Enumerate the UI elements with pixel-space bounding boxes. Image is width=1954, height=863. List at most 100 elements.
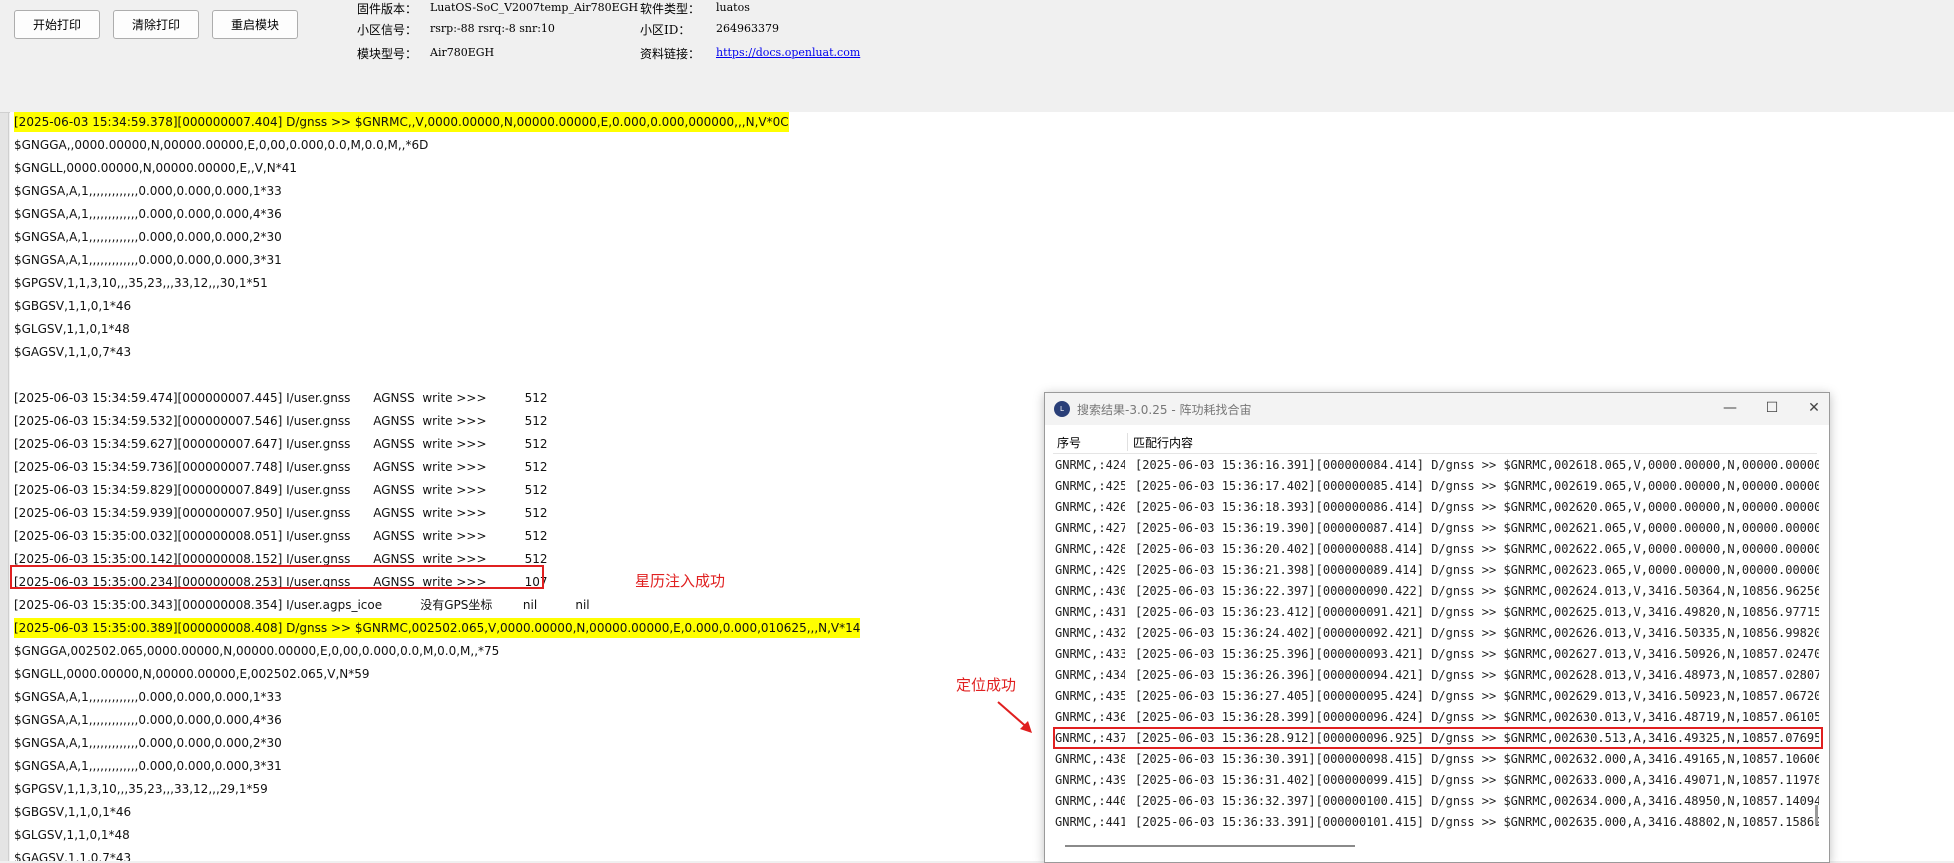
software-label: 软件类型： <box>640 2 701 16</box>
app-logo-icon: L <box>1054 401 1070 417</box>
col-content-header[interactable]: 匹配行内容 <box>1133 434 1193 451</box>
row-index: GNRMC,:429 <box>1055 563 1125 577</box>
log-line: $GNGGA,002502.065,0000.00000,N,00000.000… <box>14 644 500 658</box>
row-content: [2025-06-03 15:36:27.405][000000095.424]… <box>1135 689 1819 703</box>
results-header: 序号 匹配行内容 <box>1053 431 1817 454</box>
row-index: GNRMC,:441 <box>1055 815 1125 829</box>
row-content: [2025-06-03 15:36:31.402][000000099.415]… <box>1135 773 1819 787</box>
start-print-button[interactable]: 开始打印 <box>14 10 100 39</box>
firmware-label: 固件版本： <box>357 2 418 16</box>
log-line: [2025-06-03 15:34:59.939][000000007.950]… <box>14 506 548 520</box>
row-index: GNRMC,:440 <box>1055 794 1125 808</box>
log-line: $GBGSV,1,1,0,1*46 <box>14 299 132 313</box>
row-content: [2025-06-03 15:36:18.393][000000086.414]… <box>1135 500 1819 514</box>
fix-row-highlight-box <box>1053 727 1823 749</box>
popup-titlebar[interactable]: L 搜索结果-3.0.25 - 阵功耗找合宙 — ☐ ✕ <box>1045 393 1829 425</box>
log-line: [2025-06-03 15:34:59.736][000000007.748]… <box>14 460 548 474</box>
log-line: $GNGGA,,0000.00000,N,00000.00000,E,0,00,… <box>14 138 429 152</box>
log-line: $GPGSV,1,1,3,10,,,35,23,,,33,12,,,29,1*5… <box>14 782 268 796</box>
fix-success-annotation: 定位成功 <box>956 676 1017 694</box>
log-line: $GNGSA,A,1,,,,,,,,,,,,,0.000,0.000,0.000… <box>14 184 282 198</box>
restart-module-button[interactable]: 重启模块 <box>212 10 298 39</box>
log-line: $GNGSA,A,1,,,,,,,,,,,,,0.000,0.000,0.000… <box>14 207 282 221</box>
log-line: [2025-06-03 15:35:00.389][000000008.408]… <box>14 618 861 638</box>
log-line: [2025-06-03 15:34:59.532][000000007.546]… <box>14 414 548 428</box>
log-line: $GAGSV,1,1,0,7*43 <box>14 851 132 861</box>
row-index: GNRMC,:434 <box>1055 668 1125 682</box>
row-index: GNRMC,:427 <box>1055 521 1125 535</box>
row-index: GNRMC,:428 <box>1055 542 1125 556</box>
header-divider <box>1127 433 1128 451</box>
row-index: GNRMC,:435 <box>1055 689 1125 703</box>
row-content: [2025-06-03 15:36:22.397][000000090.422]… <box>1135 584 1819 598</box>
docs-link[interactable]: https://docs.openluat.com <box>716 46 860 59</box>
log-line: $GNGLL,0000.00000,N,00000.00000,E,,V,N*4… <box>14 161 297 175</box>
log-line: $GNGSA,A,1,,,,,,,,,,,,,0.000,0.000,0.000… <box>14 690 282 704</box>
row-content: [2025-06-03 15:36:30.391][000000098.415]… <box>1135 752 1819 766</box>
search-results-window[interactable]: L 搜索结果-3.0.25 - 阵功耗找合宙 — ☐ ✕ 序号 匹配行内容 GN… <box>1044 392 1830 863</box>
log-line: $GNGSA,A,1,,,,,,,,,,,,,0.000,0.000,0.000… <box>14 230 282 244</box>
row-index: GNRMC,:432 <box>1055 626 1125 640</box>
row-content: [2025-06-03 15:36:17.402][000000085.414]… <box>1135 479 1819 493</box>
row-index: GNRMC,:431 <box>1055 605 1125 619</box>
row-content: [2025-06-03 15:36:33.391][000000101.415]… <box>1135 815 1819 829</box>
log-line: $GBGSV,1,1,0,1*46 <box>14 805 132 819</box>
log-line: $GNGLL,0000.00000,N,00000.00000,E,002502… <box>14 667 370 681</box>
maximize-icon[interactable]: ☐ <box>1757 397 1787 419</box>
clear-print-button[interactable]: 清除打印 <box>113 10 199 39</box>
row-index: GNRMC,:438 <box>1055 752 1125 766</box>
row-content: [2025-06-03 15:36:21.398][000000089.414]… <box>1135 563 1819 577</box>
model-value: Air780EGH <box>430 46 495 59</box>
log-line: [2025-06-03 15:35:00.032][000000008.051]… <box>14 529 548 543</box>
firmware-value: LuatOS-SoC_V2007temp_Air780EGH <box>430 1 639 14</box>
docs-label: 资料链接： <box>640 47 701 61</box>
log-line: [2025-06-03 15:34:59.474][000000007.445]… <box>14 391 548 405</box>
model-label: 模块型号： <box>357 47 418 61</box>
log-line: $GAGSV,1,1,0,7*43 <box>14 345 132 359</box>
row-index: GNRMC,:436 <box>1055 710 1125 724</box>
log-line: [2025-06-03 15:35:00.343][000000008.354]… <box>14 598 590 612</box>
log-line: $GNGSA,A,1,,,,,,,,,,,,,0.000,0.000,0.000… <box>14 253 282 267</box>
row-content: [2025-06-03 15:36:19.390][000000087.414]… <box>1135 521 1819 535</box>
row-content: [2025-06-03 15:36:26.396][000000094.421]… <box>1135 668 1819 682</box>
row-content: [2025-06-03 15:36:16.391][000000084.414]… <box>1135 458 1819 472</box>
row-index: GNRMC,:439 <box>1055 773 1125 787</box>
row-index: GNRMC,:424 <box>1055 458 1125 472</box>
left-edge-strip <box>0 0 9 861</box>
log-line: [2025-06-03 15:34:59.627][000000007.647]… <box>14 437 548 451</box>
row-content: [2025-06-03 15:36:20.402][000000088.414]… <box>1135 542 1819 556</box>
row-content: [2025-06-03 15:36:24.402][000000092.421]… <box>1135 626 1819 640</box>
row-index: GNRMC,:426 <box>1055 500 1125 514</box>
minimize-icon[interactable]: — <box>1715 397 1745 419</box>
row-content: [2025-06-03 15:36:28.399][000000096.424]… <box>1135 710 1819 724</box>
annotation-arrow-icon <box>997 701 1032 733</box>
log-line: $GNGSA,A,1,,,,,,,,,,,,,0.000,0.000,0.000… <box>14 736 282 750</box>
col-index-header[interactable]: 序号 <box>1057 434 1081 451</box>
ephemeris-highlight-box <box>10 565 544 589</box>
row-index: GNRMC,:433 <box>1055 647 1125 661</box>
log-line: $GNGSA,A,1,,,,,,,,,,,,,0.000,0.000,0.000… <box>14 759 282 773</box>
log-line: $GLGSV,1,1,0,1*48 <box>14 828 130 842</box>
horizontal-scrollbar[interactable] <box>1053 841 1817 851</box>
log-line: [2025-06-03 15:34:59.378][000000007.404]… <box>14 112 789 132</box>
horizontal-scroll-thumb[interactable] <box>1065 845 1355 847</box>
row-index: GNRMC,:430 <box>1055 584 1125 598</box>
signal-label: 小区信号： <box>357 23 418 37</box>
signal-value: rsrp:-88 rsrq:-8 snr:10 <box>430 22 555 35</box>
log-line: $GNGSA,A,1,,,,,,,,,,,,,0.000,0.000,0.000… <box>14 713 282 727</box>
close-icon[interactable]: ✕ <box>1799 397 1829 419</box>
log-line: [2025-06-03 15:34:59.829][000000007.849]… <box>14 483 548 497</box>
row-content: [2025-06-03 15:36:25.396][000000093.421]… <box>1135 647 1819 661</box>
row-index: GNRMC,:425 <box>1055 479 1125 493</box>
toolbar: 开始打印 清除打印 重启模块 固件版本： LuatOS-SoC_V2007tem… <box>0 0 1954 113</box>
popup-title: 搜索结果-3.0.25 - 阵功耗找合宙 <box>1077 403 1252 417</box>
ephemeris-success-annotation: 星历注入成功 <box>635 572 726 590</box>
cell-id-value: 264963379 <box>716 22 779 35</box>
vertical-scrollbar[interactable] <box>1815 805 1818 825</box>
row-content: [2025-06-03 15:36:23.412][000000091.421]… <box>1135 605 1819 619</box>
log-line: $GLGSV,1,1,0,1*48 <box>14 322 130 336</box>
log-line: $GPGSV,1,1,3,10,,,35,23,,,33,12,,,30,1*5… <box>14 276 268 290</box>
software-value: luatos <box>716 1 750 14</box>
row-content: [2025-06-03 15:36:32.397][000000100.415]… <box>1135 794 1819 808</box>
cell-id-label: 小区ID： <box>640 23 691 37</box>
